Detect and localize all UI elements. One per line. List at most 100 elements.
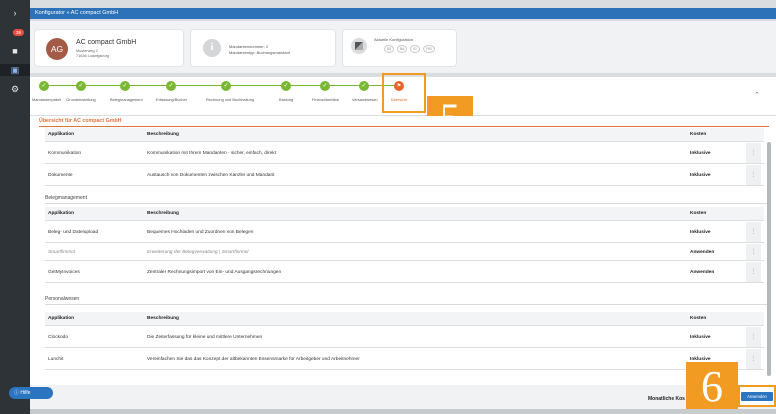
row-app: Dokumente: [48, 173, 73, 178]
step-label: Grundeinstellung: [66, 97, 96, 102]
step-belegmanagement[interactable]: ✓ Belegmanagement: [110, 81, 143, 102]
mandant-number: Mandantennummer: 2: [229, 44, 268, 49]
step-finanzueberblick[interactable]: ✓ Finanzüberblick: [312, 81, 340, 102]
step-grundeinstellung[interactable]: ✓ Grundeinstellung: [66, 81, 96, 102]
more-icon[interactable]: ⋮: [746, 327, 761, 347]
mandant-card: i Mandantennummer: 2 Mandantentyp: Buchu…: [190, 29, 336, 67]
apply-button[interactable]: Anwenden: [741, 392, 773, 401]
section-title: Belegmanagement: [45, 195, 87, 201]
mandant-number-label: Mandantennummer:: [229, 44, 265, 49]
row-app: Kommunikation: [48, 151, 82, 156]
step-rechnung[interactable]: ✓ Rechnung und Buchhaltung: [206, 81, 255, 102]
config-pill-ds: DS: [384, 45, 394, 53]
chevron-right-icon[interactable]: ›: [8, 7, 22, 19]
left-rail: › ● 38 ■ ▣ ⚙: [0, 0, 30, 414]
more-icon[interactable]: ⋮: [746, 244, 761, 260]
table-header: Applikation Beschreibung Kosten: [45, 128, 764, 142]
step-label: Rechnung und Buchhaltung: [206, 97, 255, 102]
col-beschreibung: Beschreibung: [147, 132, 179, 137]
check-icon: ✓: [120, 81, 130, 91]
help-label: Hilfe: [20, 390, 31, 396]
client-street: Musterweg 2: [76, 49, 98, 53]
overview-title: Übersicht für AC compact GmbH: [39, 118, 122, 124]
row-desc: Die Zeiterfassung für kleine und mittler…: [147, 335, 263, 340]
row-app: Beleg- und Dateiupload: [48, 230, 99, 235]
table-row: Kommunikation Kommunikation mit Ihrem Ma…: [45, 143, 764, 164]
table-row: Dokumente Austausch von Dokumenten zwisc…: [45, 165, 764, 186]
step5-highlight: [382, 73, 426, 113]
more-icon[interactable]: ⋮: [746, 143, 761, 163]
check-icon: ✓: [320, 81, 330, 91]
row-cost: Inklusive: [690, 230, 711, 235]
config-card: Aktuelle Konfiguration DS RA EI FIB: [342, 29, 457, 67]
check-icon: ✓: [39, 81, 49, 91]
chevron-up-icon[interactable]: ⌃: [754, 91, 760, 99]
check-icon: ✓: [221, 81, 231, 91]
step-label: Versandwesen: [352, 97, 378, 102]
mandant-type-value: Buchungsmandant: [256, 50, 290, 55]
section-title: Personalwesen: [45, 296, 80, 302]
step-erfassung[interactable]: ✓ Erfassung/Bücher: [156, 81, 187, 102]
info-icon: i: [203, 39, 221, 57]
breadcrumb-bar: Konfigurator » AC compact GmbH: [30, 8, 776, 19]
breadcrumb[interactable]: Konfigurator » AC compact GmbH: [35, 10, 118, 16]
overview-panel: Übersicht für AC compact GmbH Applikatio…: [30, 116, 776, 385]
mandant-type-label: Mandantentyp:: [229, 50, 256, 55]
more-icon[interactable]: ⋮: [746, 165, 761, 185]
col-kosten: Kosten: [690, 211, 707, 216]
step-label: Finanzüberblick: [312, 97, 340, 102]
row-desc: Vereinfachen Sie das das Konzept der alt…: [147, 357, 360, 362]
row-desc: Austausch von Dokumenten zwischen Kanzle…: [147, 173, 275, 178]
client-city: 71636 Ludwigsburg: [76, 54, 110, 58]
client-name: AC compact GmbH: [76, 39, 137, 46]
mandant-number-value: 2: [265, 44, 269, 49]
row-cost: Inklusive: [690, 173, 711, 178]
help-button[interactable]: ⓘ Hilfe: [9, 387, 53, 399]
check-icon: ✓: [281, 81, 291, 91]
config-pill-fib: FIB: [423, 45, 435, 53]
config-pill-ei: EI: [410, 45, 420, 53]
row-desc: Zentraler Rechnungsimport von Ein- und A…: [147, 270, 282, 275]
table-row: Beleg- und Dateiupload Bequemes Hochlade…: [45, 222, 764, 243]
more-icon[interactable]: ⋮: [746, 349, 761, 369]
row-desc: Bequemes Hochladen und Zuordnen von Bele…: [147, 230, 254, 235]
table-row: Smartfinnnol Erweiterung der Belegverwal…: [45, 244, 764, 261]
step-banking[interactable]: ✓ Banking: [276, 81, 296, 102]
client-header: AG AC compact GmbH Musterweg 2 71636 Lud…: [30, 21, 776, 73]
row-cost: Inklusive: [690, 335, 711, 340]
section-divider: [45, 304, 769, 305]
monthly-costs-label: Monatliche Kos: [648, 396, 685, 402]
step-label: Belegmanagement: [110, 97, 143, 102]
more-icon[interactable]: ⋮: [746, 222, 761, 242]
users-icon[interactable]: ■: [8, 45, 22, 57]
bottom-strip: [30, 409, 776, 414]
table-header: Applikation Beschreibung Kosten: [45, 312, 764, 326]
config-pill-ra: RA: [397, 45, 407, 53]
check-icon: ✓: [76, 81, 86, 91]
avatar: AG: [46, 38, 68, 60]
config-title: Aktuelle Konfiguration: [374, 37, 413, 42]
help-icon: ⓘ: [14, 390, 20, 396]
col-beschreibung: Beschreibung: [147, 316, 179, 321]
more-icon[interactable]: ⋮: [746, 262, 761, 282]
step-mandantenpaket[interactable]: ✓ Mandantenpaket: [32, 81, 61, 102]
row-cost: Inklusive: [690, 151, 711, 156]
row-app: Lunchit: [48, 357, 64, 362]
row-desc: Erweiterung der Belegverwaltung | Smartf…: [147, 250, 249, 255]
step-versandwesen[interactable]: ✓ Versandwesen: [352, 81, 378, 102]
step6-marker: 6: [686, 362, 738, 414]
mandant-type: Mandantentyp: Buchungsmandant: [229, 50, 290, 55]
table-row: Clockodo Die Zeiterfassung für kleine un…: [45, 327, 764, 348]
section-divider: [45, 203, 769, 204]
table-row: GetMyInvoices Zentraler Rechnungsimport …: [45, 262, 764, 283]
col-applikation: Applikation: [48, 211, 75, 216]
overview-divider: [39, 126, 769, 127]
scrollbar-thumb[interactable]: [767, 142, 771, 376]
step-label: Erfassung/Bücher: [156, 97, 187, 102]
row-app: Clockodo: [48, 335, 68, 340]
gears-icon[interactable]: ⚙: [8, 83, 22, 95]
row-cost: Anwenden: [690, 270, 715, 275]
notification-badge: 38: [13, 29, 24, 36]
cart-icon[interactable]: ▣: [0, 64, 30, 76]
client-card: AG AC compact GmbH Musterweg 2 71636 Lud…: [34, 29, 184, 67]
